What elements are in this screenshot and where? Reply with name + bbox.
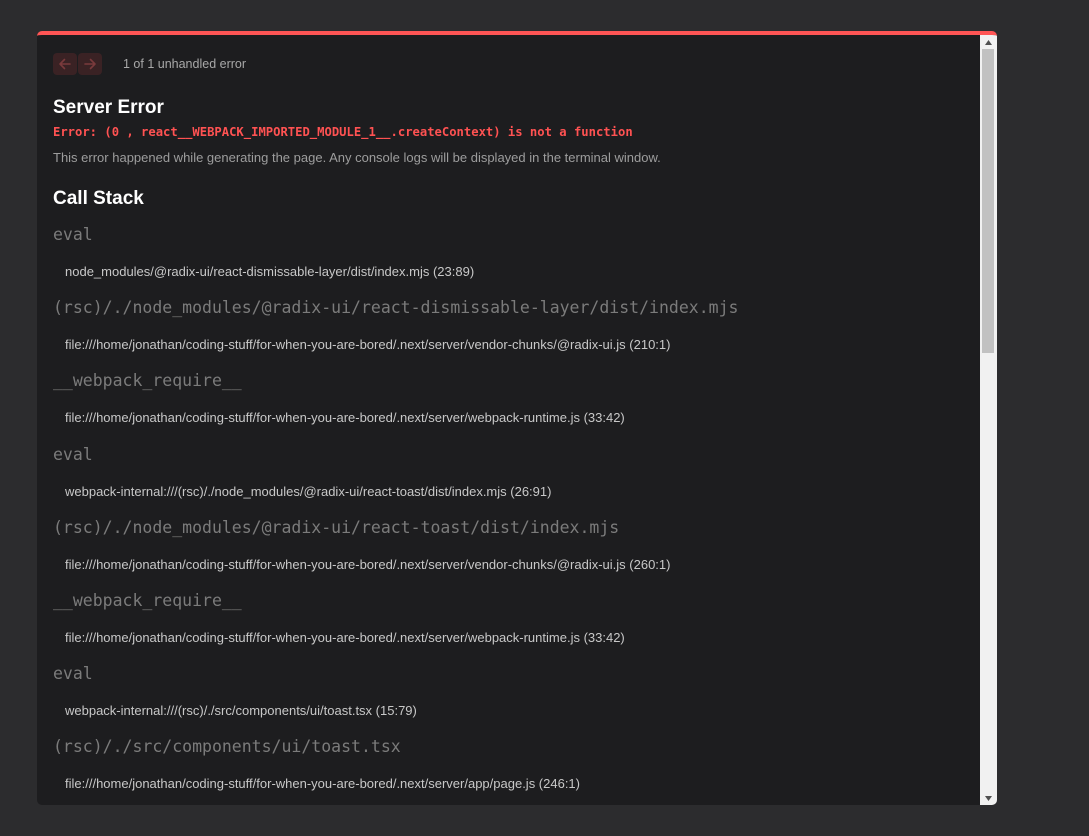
stack-frame-file[interactable]: file:///home/jonathan/coding-stuff/for-w… — [65, 630, 625, 645]
triangle-up-icon — [985, 39, 992, 45]
stack-frame-name: (rsc)/./node_modules/@radix-ui/react-toa… — [53, 518, 620, 537]
arrow-right-icon — [84, 58, 96, 70]
scroll-down-button[interactable] — [980, 791, 997, 805]
stack-frame-file[interactable]: file:///home/jonathan/coding-stuff/for-w… — [65, 776, 580, 791]
stack-frame-file[interactable]: webpack-internal:///(rsc)/./src/componen… — [65, 703, 417, 718]
prev-error-button[interactable] — [53, 53, 77, 75]
next-error-button[interactable] — [78, 53, 102, 75]
stack-frame-file[interactable]: node_modules/@radix-ui/react-dismissable… — [65, 264, 474, 279]
stack-frame-name: (rsc)/./src/components/ui/toast.tsx — [53, 737, 401, 756]
vertical-scrollbar[interactable] — [980, 35, 997, 805]
stack-frame-name: eval — [53, 445, 93, 464]
scrollbar-thumb[interactable] — [982, 49, 994, 353]
stack-frame-name: (rsc)/./node_modules/@radix-ui/react-dis… — [53, 298, 739, 317]
error-pagination: 1 of 1 unhandled error — [53, 52, 246, 76]
error-title: Server Error — [53, 97, 164, 118]
stack-frame-name: __webpack_require__ — [53, 591, 242, 610]
stack-frame-name: eval — [53, 664, 93, 683]
stack-frame-name: __webpack_require__ — [53, 371, 242, 390]
stack-frame-file[interactable]: webpack-internal:///(rsc)/./node_modules… — [65, 484, 551, 499]
error-overlay-dialog: 1 of 1 unhandled error Server Error Erro… — [37, 31, 997, 805]
stack-frame-file[interactable]: file:///home/jonathan/coding-stuff/for-w… — [65, 557, 670, 572]
error-description: This error happened while generating the… — [53, 150, 661, 165]
scroll-up-button[interactable] — [980, 35, 997, 49]
stack-frame-file[interactable]: file:///home/jonathan/coding-stuff/for-w… — [65, 337, 670, 352]
triangle-down-icon — [985, 795, 992, 801]
stack-frame-file[interactable]: file:///home/jonathan/coding-stuff/for-w… — [65, 410, 625, 425]
call-stack-title: Call Stack — [53, 188, 144, 209]
arrow-left-icon — [59, 58, 71, 70]
error-message: Error: (0 , react__WEBPACK_IMPORTED_MODU… — [53, 125, 633, 139]
stack-frame-name: eval — [53, 225, 93, 244]
error-count-label: 1 of 1 unhandled error — [123, 57, 247, 71]
